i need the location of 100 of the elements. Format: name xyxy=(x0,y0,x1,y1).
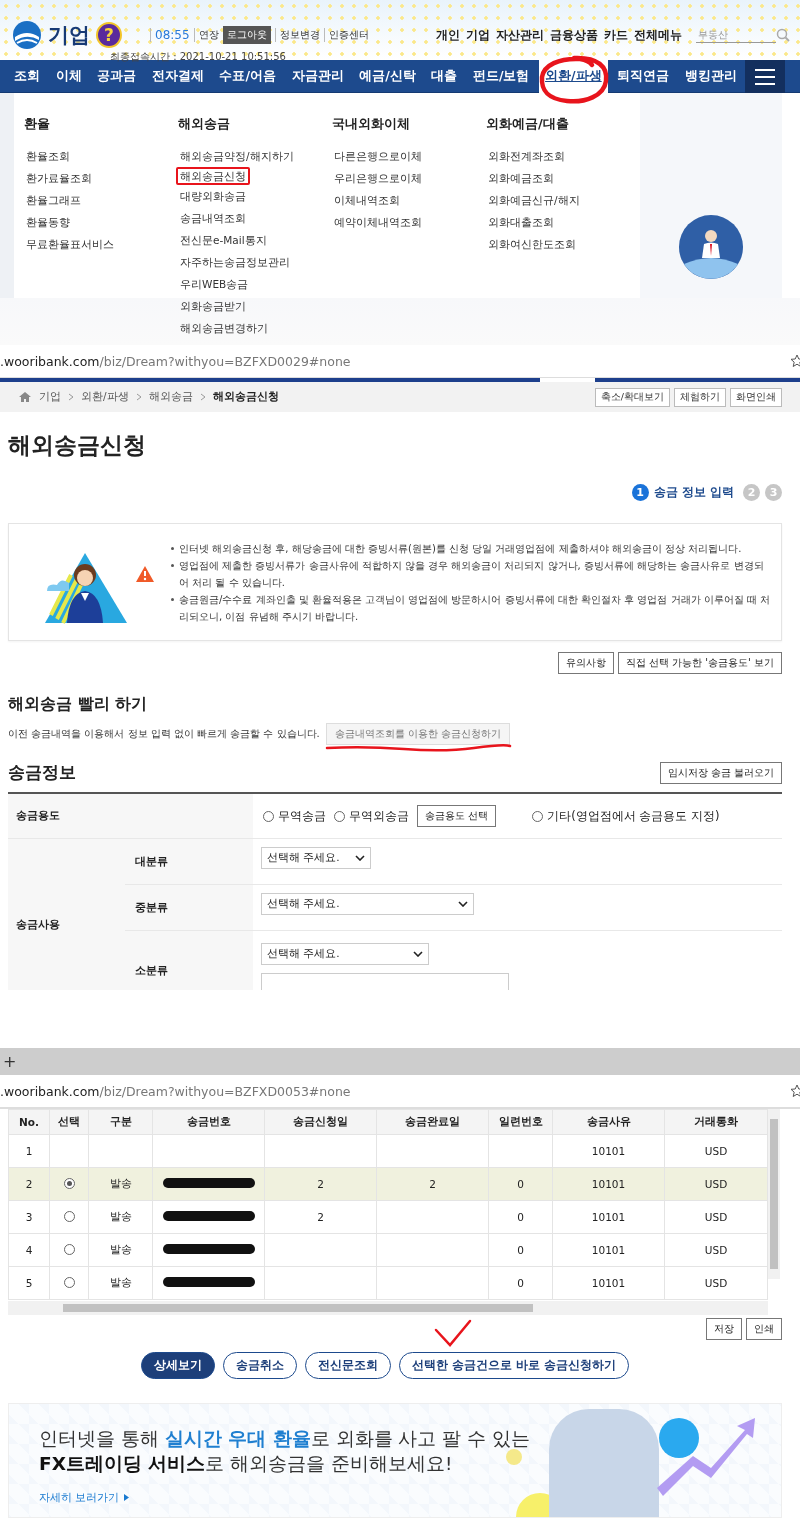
menu-link[interactable]: 외화전계좌조회 xyxy=(484,145,569,167)
menu-link[interactable]: 해외송금신청 xyxy=(176,167,250,185)
dropdown[interactable]: 선택해 주세요. xyxy=(261,847,371,869)
row-radio[interactable] xyxy=(63,1243,75,1255)
menu-link[interactable]: 해외송금변경하기 xyxy=(176,317,272,339)
radio-button[interactable] xyxy=(532,810,544,822)
menu-link[interactable]: 이체내역조회 xyxy=(330,189,404,211)
nav-tab[interactable]: 펀드/보험 xyxy=(466,59,536,93)
menu-link[interactable]: 외화송금받기 xyxy=(176,295,250,317)
column-header[interactable]: No. xyxy=(8,1109,50,1135)
nav-tab[interactable]: 대출 xyxy=(425,59,464,93)
menu-link[interactable]: 우리은행으로이체 xyxy=(330,167,426,189)
column-header[interactable]: 선택 xyxy=(49,1109,89,1135)
tool-button[interactable]: 체험하기 xyxy=(674,387,726,407)
menu-link[interactable]: 외화예금신규/해지 xyxy=(484,189,584,211)
column-header[interactable]: 송금완료일 xyxy=(376,1109,489,1135)
top-link[interactable]: 자산관리 xyxy=(496,26,544,44)
header-link[interactable]: 인증센터 xyxy=(323,28,369,42)
chevron-icon xyxy=(68,393,74,401)
top-link[interactable]: 기업 xyxy=(466,26,490,44)
menu-link[interactable]: 송금내역조회 xyxy=(176,207,250,229)
menu-link[interactable]: 외화예금조회 xyxy=(484,167,558,189)
nav-tab[interactable]: 이체 xyxy=(49,59,88,93)
menu-link[interactable]: 환율그래프 xyxy=(22,189,85,211)
menu-icon[interactable] xyxy=(745,60,785,93)
logo-icon[interactable] xyxy=(12,20,42,50)
breadcrumb-link[interactable]: 해외송금 xyxy=(148,390,193,404)
search-field[interactable]: 부동산 xyxy=(696,27,776,43)
menu-link[interactable]: 환가료율조회 xyxy=(22,167,96,189)
vertical-scrollbar[interactable] xyxy=(768,1109,780,1279)
action-button[interactable]: 송금취소 xyxy=(222,1352,297,1379)
horizontal-scrollbar[interactable] xyxy=(8,1301,768,1315)
star-icon[interactable] xyxy=(790,1084,800,1098)
top-link[interactable]: 카드 xyxy=(604,26,628,44)
action-button[interactable]: 상세보기 xyxy=(140,1352,215,1379)
menu-link[interactable]: 외화대출조회 xyxy=(484,211,558,233)
menu-link[interactable]: 자주하는송금정보관리 xyxy=(176,251,294,273)
row-radio[interactable] xyxy=(63,1210,75,1222)
tool-button[interactable]: 화면인쇄 xyxy=(730,387,782,407)
column-header[interactable]: 송금신청일 xyxy=(264,1109,377,1135)
radio-label[interactable]: 무역외송금 xyxy=(349,808,409,824)
top-link[interactable]: 금융상품 xyxy=(550,26,598,44)
help-button[interactable]: ? xyxy=(96,22,122,48)
logo-text[interactable]: 기업 xyxy=(48,21,90,49)
breadcrumb-link[interactable]: 기업 xyxy=(39,390,61,404)
tool-button[interactable]: 축소/확대보기 xyxy=(594,387,670,407)
row-radio[interactable] xyxy=(63,1177,75,1189)
nav-tab[interactable]: 퇴직연금 xyxy=(611,59,676,93)
radio-button[interactable] xyxy=(263,810,274,822)
menu-link[interactable]: 외화여신한도조회 xyxy=(484,233,580,255)
menu-link[interactable]: 우리WEB송금 xyxy=(176,273,253,295)
home-icon[interactable] xyxy=(18,391,32,403)
column-header[interactable]: 송금사유 xyxy=(552,1109,665,1135)
table-cell: USD xyxy=(704,1178,728,1190)
breadcrumb-link[interactable]: 외환/파생 xyxy=(81,390,129,404)
table-cell: 0 xyxy=(517,1211,524,1223)
radio-label[interactable]: 기타(영업점에서 송금용도 지정) xyxy=(547,808,720,824)
file-button[interactable]: 저장 xyxy=(706,1318,742,1340)
extend-link[interactable]: 연장 xyxy=(193,28,219,42)
nav-tab[interactable]: 뱅킹관리 xyxy=(678,59,743,93)
caret-icon xyxy=(458,901,468,907)
column-header[interactable]: 일련번호 xyxy=(488,1109,553,1135)
notice-button[interactable]: 유의사항 xyxy=(557,652,614,674)
history-apply-button[interactable]: 송금내역조회를 이용한 송금신청하기 xyxy=(325,723,511,745)
load-saved-button[interactable]: 임시저장 송금 불러오기 xyxy=(659,762,782,784)
header-link[interactable]: 정보변경 xyxy=(274,28,320,42)
action-button[interactable]: 선택한 송금건으로 바로 송금신청하기 xyxy=(398,1352,630,1379)
top-link[interactable]: 개인 xyxy=(436,26,460,44)
nav-tab[interactable]: 자금관리 xyxy=(285,59,350,93)
dropdown[interactable]: 선택해 주세요. xyxy=(261,893,474,915)
breadcrumb-link[interactable]: 해외송금신청 xyxy=(212,390,279,404)
caret-icon xyxy=(413,951,423,957)
column-header[interactable]: 송금번호 xyxy=(152,1109,265,1135)
file-button[interactable]: 인쇄 xyxy=(746,1318,782,1340)
column-header[interactable]: 거래통화 xyxy=(664,1109,768,1135)
more-link[interactable]: 자세히 보러가기 xyxy=(39,1490,129,1505)
dropdown[interactable]: 선택해 주세요. xyxy=(261,943,429,965)
logout-button[interactable]: 로그아웃 xyxy=(222,26,271,44)
radio-label[interactable]: 무역송금 xyxy=(278,808,326,824)
menu-heading: 해외송금 xyxy=(178,115,230,133)
notice-button[interactable]: 직접 선택 가능한 '송금용도' 보기 xyxy=(617,652,782,674)
top-link[interactable]: 전체메뉴 xyxy=(634,26,682,44)
radio-button[interactable] xyxy=(334,810,345,822)
purpose-select-button[interactable]: 송금용도 선택 xyxy=(417,805,497,827)
nav-tab[interactable]: 조회 xyxy=(8,59,46,93)
menu-link[interactable]: 해외송금약정/해지하기 xyxy=(176,145,298,167)
menu-link[interactable]: 다른은행으로이체 xyxy=(330,145,426,167)
star-icon[interactable] xyxy=(790,354,800,368)
menu-link[interactable]: 무료환율표서비스 xyxy=(22,233,118,255)
menu-link[interactable]: 환율동향 xyxy=(22,211,74,233)
menu-link[interactable]: 예약이체내역조회 xyxy=(330,211,426,233)
nav-tab[interactable]: 예금/신탁 xyxy=(353,59,422,93)
menu-link[interactable]: 환율조회 xyxy=(22,145,74,167)
menu-link[interactable]: 전신문e-Mail통지 xyxy=(176,229,271,251)
menu-link[interactable]: 대량외화송금 xyxy=(176,185,250,207)
column-header[interactable]: 구분 xyxy=(88,1109,153,1135)
new-tab-button[interactable]: + xyxy=(3,1052,17,1071)
row-radio[interactable] xyxy=(63,1276,75,1288)
table-cell: 10101 xyxy=(591,1145,626,1157)
action-button[interactable]: 전신문조회 xyxy=(304,1352,391,1379)
